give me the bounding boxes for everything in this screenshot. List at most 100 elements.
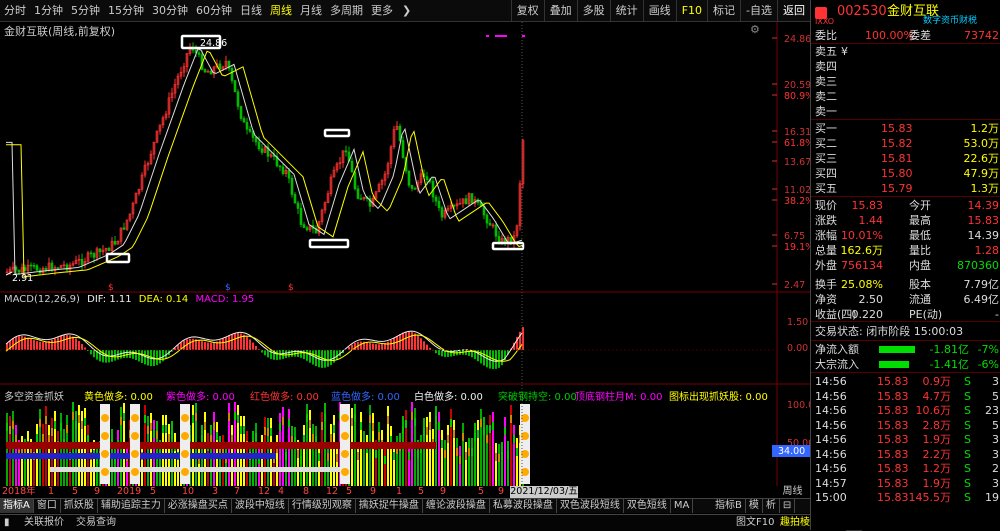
indicator-tab[interactable]: 缠论波段操盘 (423, 499, 490, 513)
f10-link[interactable]: 图文F10 (736, 515, 774, 531)
macd-bar (426, 345, 428, 350)
indicator-bar (171, 431, 173, 439)
indicator-tab[interactable]: 双色短线 (624, 499, 671, 513)
macd-bar (42, 342, 44, 350)
tick-price: 15.83 (877, 447, 909, 462)
price-tick-label: 80.9% (784, 91, 810, 102)
event-marker[interactable]: $ (288, 283, 294, 293)
candle (414, 189, 416, 190)
toolbar-button[interactable]: 叠加 (544, 0, 577, 22)
period-tab[interactable]: 15分钟 (104, 0, 148, 22)
event-marker[interactable]: $ (225, 283, 231, 293)
indicator-bar (381, 430, 383, 486)
period-button[interactable]: 周线 (775, 486, 810, 498)
toolbar-button[interactable]: 返回 (777, 0, 810, 22)
indicator-tab[interactable]: 私募波段操盘 (490, 499, 557, 513)
indicator-tab[interactable]: 窗口 (34, 499, 61, 513)
period-toolbar: 分时1分钟5分钟15分钟30分钟60分钟日线周线月线多周期更多 ❯ 复权叠加多股… (0, 0, 810, 22)
macd-title: MACD(12,26,9) (4, 294, 80, 305)
low-label: 2.91 (12, 273, 33, 284)
indicator-tab[interactable]: 必涨操盘买点 (165, 499, 232, 513)
indicator-tab-right[interactable]: 析 (763, 499, 780, 513)
indicator-tab[interactable]: 波段中短线 (232, 499, 289, 513)
concept-tag[interactable]: 数字资币财税 (923, 14, 977, 29)
indicator-bar (267, 428, 269, 436)
period-tab[interactable]: 30分钟 (148, 0, 192, 22)
period-tab[interactable]: 60分钟 (192, 0, 236, 22)
period-tab[interactable]: 分时 (0, 0, 30, 22)
toolbar-button[interactable]: F10 (676, 0, 707, 22)
period-tab[interactable]: 多周期 (326, 0, 367, 22)
toolbar-button[interactable]: 复权 (511, 0, 544, 22)
indicator-bar (240, 426, 242, 434)
tick-volume: 4.7万 (923, 389, 952, 404)
tick-side: S (964, 461, 971, 476)
indicator-tab-right[interactable]: 模 (746, 499, 763, 513)
indicator-tab[interactable]: 抓妖股 (61, 499, 98, 513)
indicator-bar (441, 430, 443, 486)
macd-bar (156, 350, 158, 365)
signal-dot (495, 35, 507, 37)
indicator-bar (327, 453, 329, 461)
chevron-right-icon[interactable]: ❯ (397, 4, 416, 17)
period-tab[interactable]: 1分钟 (30, 0, 67, 22)
indicator-tab[interactable]: 擒妖捉牛操盘 (356, 499, 423, 513)
toolbar-button[interactable]: 统计 (610, 0, 643, 22)
indicator-tab-right[interactable]: ⊟ (780, 499, 795, 513)
macd-bar (135, 350, 137, 360)
ask-label: 卖一 (815, 104, 837, 119)
period-tab[interactable]: 更多 (367, 0, 397, 22)
period-tab[interactable]: 月线 (296, 0, 326, 22)
toolbar-button[interactable]: 多股 (577, 0, 610, 22)
indicator-tab-right[interactable]: 指标B (712, 499, 746, 513)
related-quote-icon[interactable]: ▮ (4, 515, 10, 531)
tick-price: 15.83 (877, 490, 909, 505)
chart-area[interactable]: 24.8620.5980.9%16.3161.8%13.6711.0238.2%… (0, 22, 810, 487)
macd-bar (450, 350, 452, 357)
indicator-bar (273, 445, 275, 486)
macd-bar (18, 336, 20, 350)
indicator-bar (234, 412, 236, 420)
toolbar-button[interactable]: 画线 (643, 0, 676, 22)
indicator-bar (318, 453, 320, 461)
period-tab[interactable]: 日线 (236, 0, 266, 22)
price-tick-label: 61.8% (784, 138, 810, 149)
time-label: 10 (182, 486, 194, 498)
related-quote-link[interactable]: 关联报价 (24, 515, 64, 531)
macd-bar (336, 350, 338, 360)
candle (210, 71, 212, 74)
quote-row: 外盘756134内盘870360 (811, 258, 1000, 273)
indicator-bar (489, 425, 491, 433)
indicator-tab[interactable]: 行情级别观察 (289, 499, 356, 513)
indicator-bar (270, 428, 272, 436)
stat-label: 内盘 (909, 258, 931, 273)
price-tick-label: 24.86 (784, 34, 810, 45)
indicator-tab[interactable]: 辅助追踪主力 (98, 499, 165, 513)
stat-label: 现价 (815, 198, 837, 213)
macd-header: MACD(12,26,9) DIF: 1.11 DEA: 0.14 MACD: … (4, 294, 254, 305)
quick-link[interactable]: 趣拍棱 (780, 515, 810, 531)
macd-bar (408, 331, 410, 350)
candle (354, 172, 356, 189)
trade-query-link[interactable]: 交易查询 (76, 515, 116, 531)
toolbar-button[interactable]: 标记 (707, 0, 740, 22)
indicator-tab[interactable]: MA (671, 499, 693, 513)
quote-row: 14:5615.830.9万S3 (811, 374, 1000, 389)
indicator-tab[interactable]: 指标A (0, 499, 34, 513)
indicator-bar (399, 433, 401, 486)
indicator-bar (300, 456, 302, 464)
indicator-bar (225, 445, 227, 486)
macd-bar (252, 343, 254, 350)
indicator-bar (501, 442, 503, 486)
period-tab[interactable]: 周线 (266, 0, 296, 22)
indicator-bar (81, 421, 83, 429)
stat-value: 1.44 (859, 213, 884, 228)
period-tab[interactable]: 5分钟 (67, 0, 104, 22)
candle (249, 129, 251, 131)
bid-price: 15.82 (881, 136, 913, 151)
tick-price: 15.83 (877, 374, 909, 389)
quote-row: 大宗流入-1.41亿-6% (811, 357, 1000, 372)
event-marker[interactable]: $ (108, 283, 114, 293)
toolbar-button[interactable]: -自选 (740, 0, 777, 22)
indicator-tab[interactable]: 双色波段短线 (557, 499, 624, 513)
